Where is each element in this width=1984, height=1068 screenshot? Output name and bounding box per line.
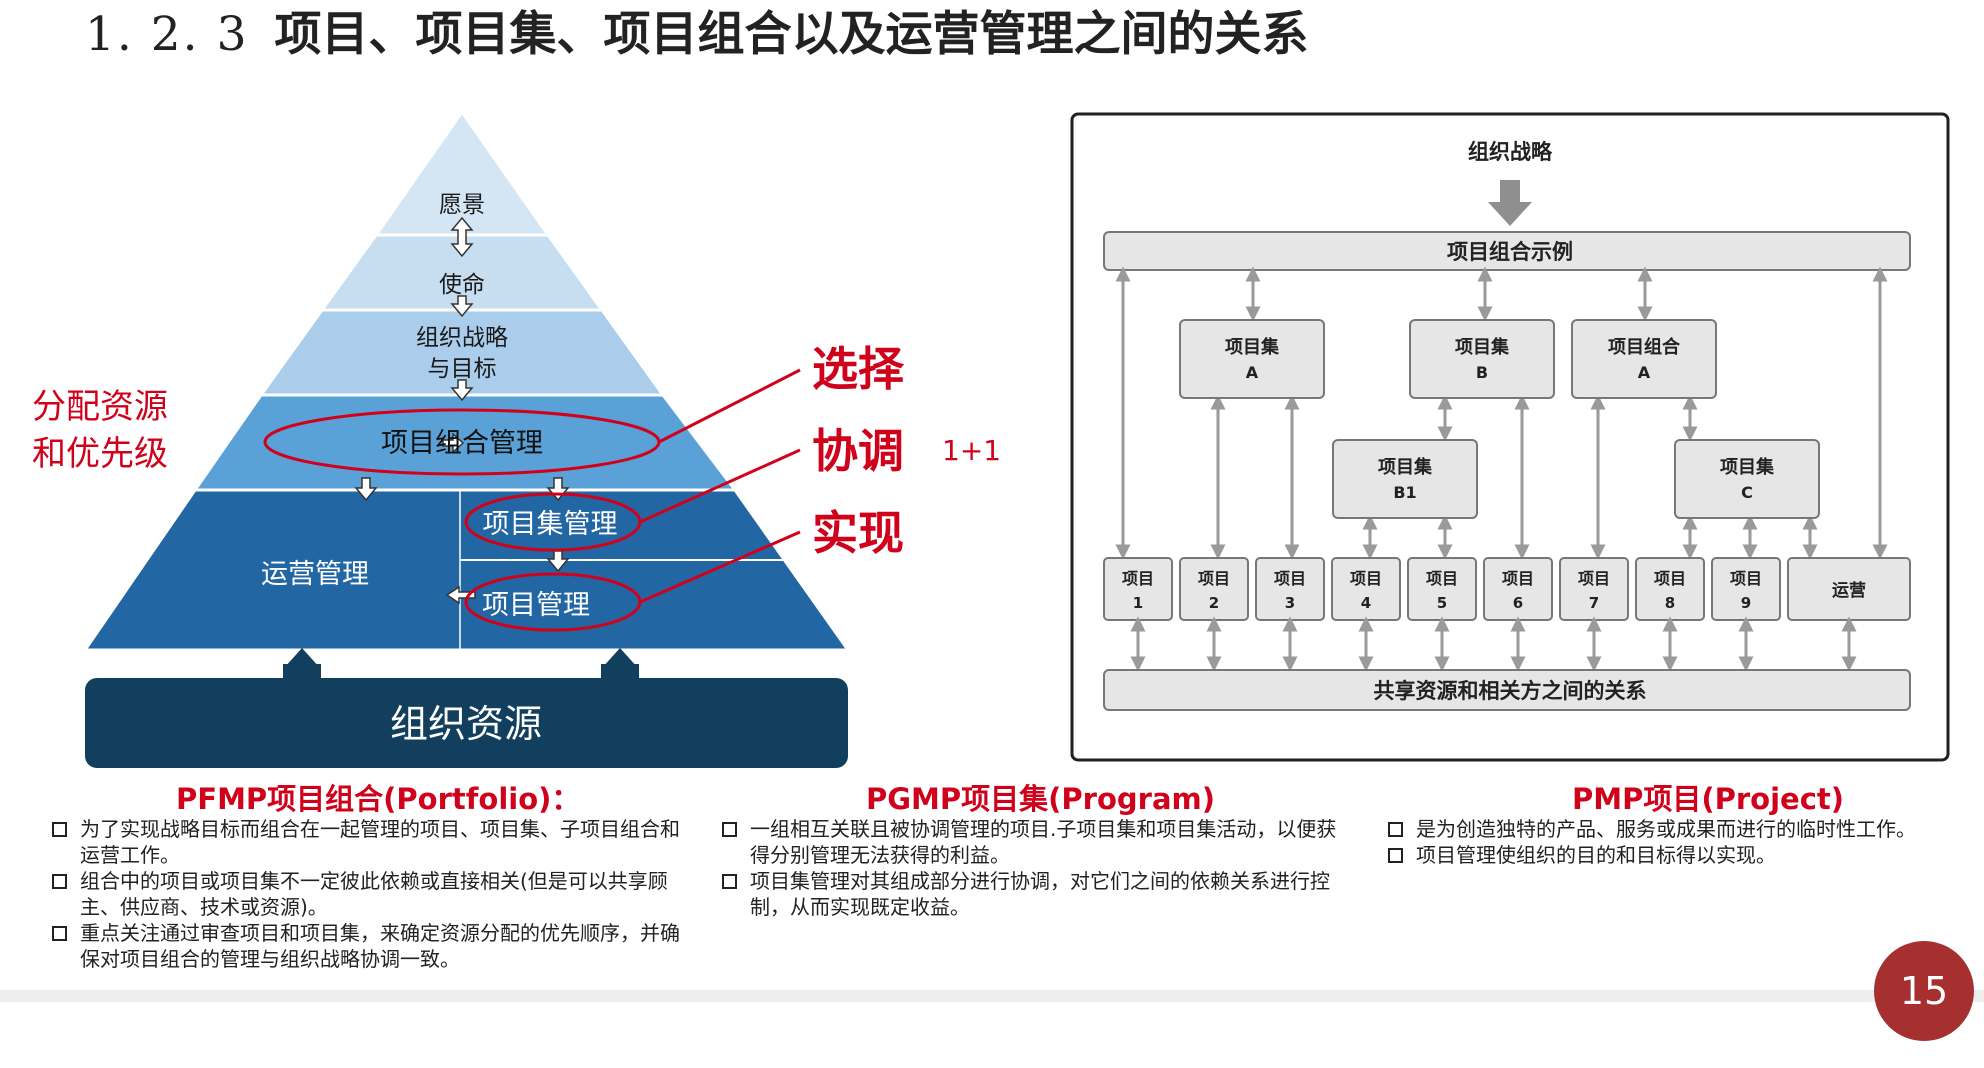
project-number: 9 (1741, 594, 1751, 612)
project-number: 2 (1209, 594, 1219, 612)
operations-label: 运营 (1832, 580, 1866, 601)
bullet-item: 项目管理使组织的目的和目标得以实现。 (1386, 842, 1976, 868)
program-b1-label: 项目集 (1378, 456, 1433, 478)
project-label: 项目 (1274, 569, 1306, 588)
project-label: 项目 (1502, 569, 1534, 588)
pyramid-label-operations: 运营管理 (261, 559, 369, 590)
program-bullets: 一组相互关联且被协调管理的项目.子项目集和项目集活动，以便获得分别管理无法获得的… (720, 816, 1345, 920)
program-c-box (1674, 439, 1820, 519)
project-number: 3 (1285, 594, 1295, 612)
bullet-item: 项目集管理对其组成部分进行协调，对它们之间的依赖关系进行控制，从而实现既定收益。 (720, 868, 1345, 920)
program-a-label: 项目集 (1225, 336, 1280, 358)
program-a-id: A (1246, 363, 1259, 382)
pyramid-label-project: 项目管理 (482, 590, 590, 621)
callout-realize: 实现 (812, 506, 904, 560)
portfolio-a-box (1571, 319, 1717, 399)
left-note-line1: 分配资源 (32, 387, 168, 427)
program-b-id: B (1476, 363, 1488, 382)
bullet-item: 组合中的项目或项目集不一定彼此依赖或直接相关(但是可以共享顾主、供应商、技术或资… (50, 868, 690, 920)
program-b-box (1409, 319, 1555, 399)
program-heading: PGMP项目集(Program) (866, 782, 1216, 816)
project-heading: PMP项目(Project) (1572, 782, 1845, 816)
project-label: 项目 (1730, 569, 1762, 588)
portfolio-example-label: 项目组合示例 (1447, 240, 1573, 264)
pyramid-label-program: 项目集管理 (483, 509, 618, 540)
pyramid-label-portfolio: 项目组合管理 (381, 428, 543, 459)
project-label: 项目 (1426, 569, 1458, 588)
pyramid-diagram: 愿景 使命 组织战略 与目标 项目组合管理 运营管理 项目集管理 项目管理 选择… (32, 109, 1000, 768)
portfolio-structure-diagram: 组织战略 项目组合示例 项目集 A 项目集 B 项目组合 A 项目集 B1 项目 (1070, 112, 1950, 762)
section-number: 1. 2. 3 (85, 7, 249, 62)
portfolio-a-label: 项目组合 (1608, 336, 1681, 358)
arrow-stem (283, 664, 321, 680)
callout-select: 选择 (812, 342, 905, 396)
left-note-line2: 和优先级 (32, 434, 168, 474)
program-b1-box (1332, 439, 1478, 519)
footer-divider (0, 990, 1984, 1002)
base-resources-label: 组织资源 (390, 702, 542, 746)
project-label: 项目 (1198, 569, 1230, 588)
section-title: 项目、项目集、项目组合以及运营管理之间的关系 (274, 7, 1309, 62)
pyramid-label-mission: 使命 (439, 272, 485, 298)
project-label: 项目 (1578, 569, 1610, 588)
bullet-item: 重点关注通过审查项目和项目集，来确定资源分配的优先顺序，并确保对项目组合的管理与… (50, 920, 690, 972)
project-row: 项目 1 项目 2 项目 3 项目 4 项目 5 项目 6 项目 7 项目 8 … (1103, 557, 1911, 621)
project-number: 4 (1361, 594, 1371, 612)
page-number-badge: 15 (1874, 941, 1974, 1041)
org-strategy-label: 组织战略 (1468, 140, 1553, 164)
project-number: 6 (1513, 594, 1523, 612)
shared-resources-label: 共享资源和相关方之间的关系 (1374, 679, 1647, 703)
portfolio-bullets: 为了实现战略目标而组合在一起管理的项目、项目集、子项目组合和运营工作。 组合中的… (50, 816, 690, 972)
program-b-label: 项目集 (1455, 336, 1510, 358)
project-number: 7 (1589, 594, 1599, 612)
page-title: 1. 2. 3 项目、项目集、项目组合以及运营管理之间的关系 (85, 0, 1308, 70)
portfolio-heading: PFMP项目组合(Portfolio)： (176, 782, 581, 816)
portfolio-a-id: A (1638, 363, 1651, 382)
synergy-formula: 1+1>2 (942, 434, 1000, 467)
callout-coordinate: 协调 (812, 424, 904, 478)
project-number: 1 (1133, 594, 1143, 612)
bullet-item: 为了实现战略目标而组合在一起管理的项目、项目集、子项目组合和运营工作。 (50, 816, 690, 868)
project-label: 项目 (1654, 569, 1686, 588)
bullet-item: 一组相互关联且被协调管理的项目.子项目集和项目集活动，以便获得分别管理无法获得的… (720, 816, 1345, 868)
pyramid-tier-operations (82, 488, 851, 652)
program-c-id: C (1741, 483, 1753, 502)
pyramid-label-strategy: 组织战略 (416, 325, 508, 351)
project-label: 项目 (1350, 569, 1382, 588)
callout-line (658, 368, 801, 444)
pyramid-label-vision: 愿景 (439, 192, 485, 218)
program-b1-id: B1 (1393, 483, 1416, 502)
pyramid-label-goals: 与目标 (428, 356, 497, 382)
project-label: 项目 (1122, 569, 1154, 588)
project-bullets: 是为创造独特的产品、服务或成果而进行的临时性工作。 项目管理使组织的目的和目标得… (1386, 816, 1976, 868)
arrow-stem (601, 664, 639, 680)
project-number: 8 (1665, 594, 1675, 612)
bullet-item: 是为创造独特的产品、服务或成果而进行的临时性工作。 (1386, 816, 1976, 842)
project-number: 5 (1437, 594, 1447, 612)
program-a-box (1179, 319, 1325, 399)
program-c-label: 项目集 (1720, 456, 1775, 478)
